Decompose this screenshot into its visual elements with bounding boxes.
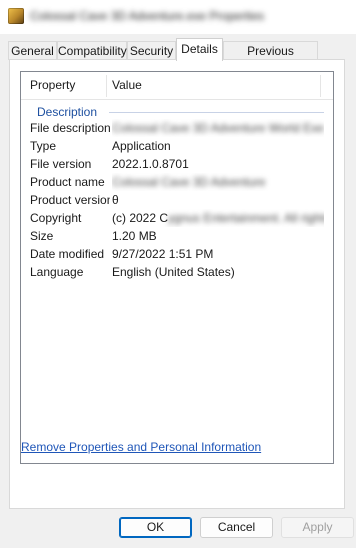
list-item[interactable]: Date modified 9/27/2022 1:51 PM <box>21 245 333 263</box>
properties-list[interactable]: Property Value Description File descript… <box>20 71 334 464</box>
ok-button[interactable]: OK <box>119 517 192 538</box>
group-header-description: Description <box>37 105 98 119</box>
property-value: Colossal Cave 3D Adventure World Exe. <box>112 119 324 137</box>
apply-button[interactable]: Apply <box>281 517 354 538</box>
property-value: 9/27/2022 1:51 PM <box>112 247 214 261</box>
property-value: (c) 2022 Cygnus Entertainment. All right… <box>112 209 324 227</box>
property-name: Date modified <box>30 247 105 261</box>
column-header-property[interactable]: Property <box>30 72 75 99</box>
copyright-prefix: (c) 2022 C <box>112 211 169 225</box>
redacted-value: Colossal Cave 3D Adventure World Exe <box>112 121 324 135</box>
property-name: Copyright <box>30 211 82 225</box>
property-value: 1.20 MB <box>112 229 157 243</box>
redacted-value: ygnus Entertainment. All rights <box>168 211 324 225</box>
list-item[interactable]: Product name Colossal Cave 3D Adventure <box>21 173 333 191</box>
window-title: Colossal Cave 3D Adventure.exe Propertie… <box>30 9 265 23</box>
property-name: File version <box>30 157 92 171</box>
tab-security[interactable]: Security <box>127 41 176 60</box>
property-name: Size <box>30 229 54 243</box>
property-value: Application <box>112 139 171 153</box>
redacted-value: Colossal Cave 3D Adventure <box>112 175 266 189</box>
tab-strip: General Compatibility Security Details P… <box>0 38 356 77</box>
property-name: Product name <box>30 175 105 189</box>
group-divider <box>109 112 324 113</box>
property-name: Product version <box>30 193 110 207</box>
property-name: Type <box>30 139 57 153</box>
column-divider[interactable] <box>320 75 321 97</box>
cancel-button[interactable]: Cancel <box>200 517 273 538</box>
list-item[interactable]: Copyright (c) 2022 Cygnus Entertainment.… <box>21 209 333 227</box>
column-header-value[interactable]: Value <box>112 72 142 99</box>
tab-previous-versions[interactable]: Previous Versions <box>223 41 318 77</box>
list-item[interactable]: File version 2022.1.0.8701 <box>21 155 333 173</box>
list-item[interactable]: Product version θ <box>21 191 333 209</box>
list-item[interactable]: Language English (United States) <box>21 263 333 281</box>
app-icon <box>8 8 24 24</box>
title-bar: Colossal Cave 3D Adventure.exe Propertie… <box>0 0 356 34</box>
property-name: Language <box>30 265 84 279</box>
property-name: File description <box>30 121 110 135</box>
property-value: English (United States) <box>112 265 235 279</box>
tab-compatibility[interactable]: Compatibility <box>57 41 127 60</box>
property-value: θ <box>112 193 119 207</box>
list-header: Property Value <box>21 72 333 100</box>
list-item[interactable]: File description Colossal Cave 3D Advent… <box>21 119 333 137</box>
list-item[interactable]: Size 1.20 MB <box>21 227 333 245</box>
property-value: 2022.1.0.8701 <box>112 157 189 171</box>
property-value: Colossal Cave 3D Adventure <box>112 173 324 191</box>
tab-general[interactable]: General <box>8 41 57 60</box>
list-item[interactable]: Type Application <box>21 137 333 155</box>
tab-details[interactable]: Details <box>176 38 223 61</box>
dialog-footer: OK Cancel Apply <box>0 509 356 548</box>
column-divider[interactable] <box>106 75 107 97</box>
remove-properties-link[interactable]: Remove Properties and Personal Informati… <box>21 440 261 454</box>
